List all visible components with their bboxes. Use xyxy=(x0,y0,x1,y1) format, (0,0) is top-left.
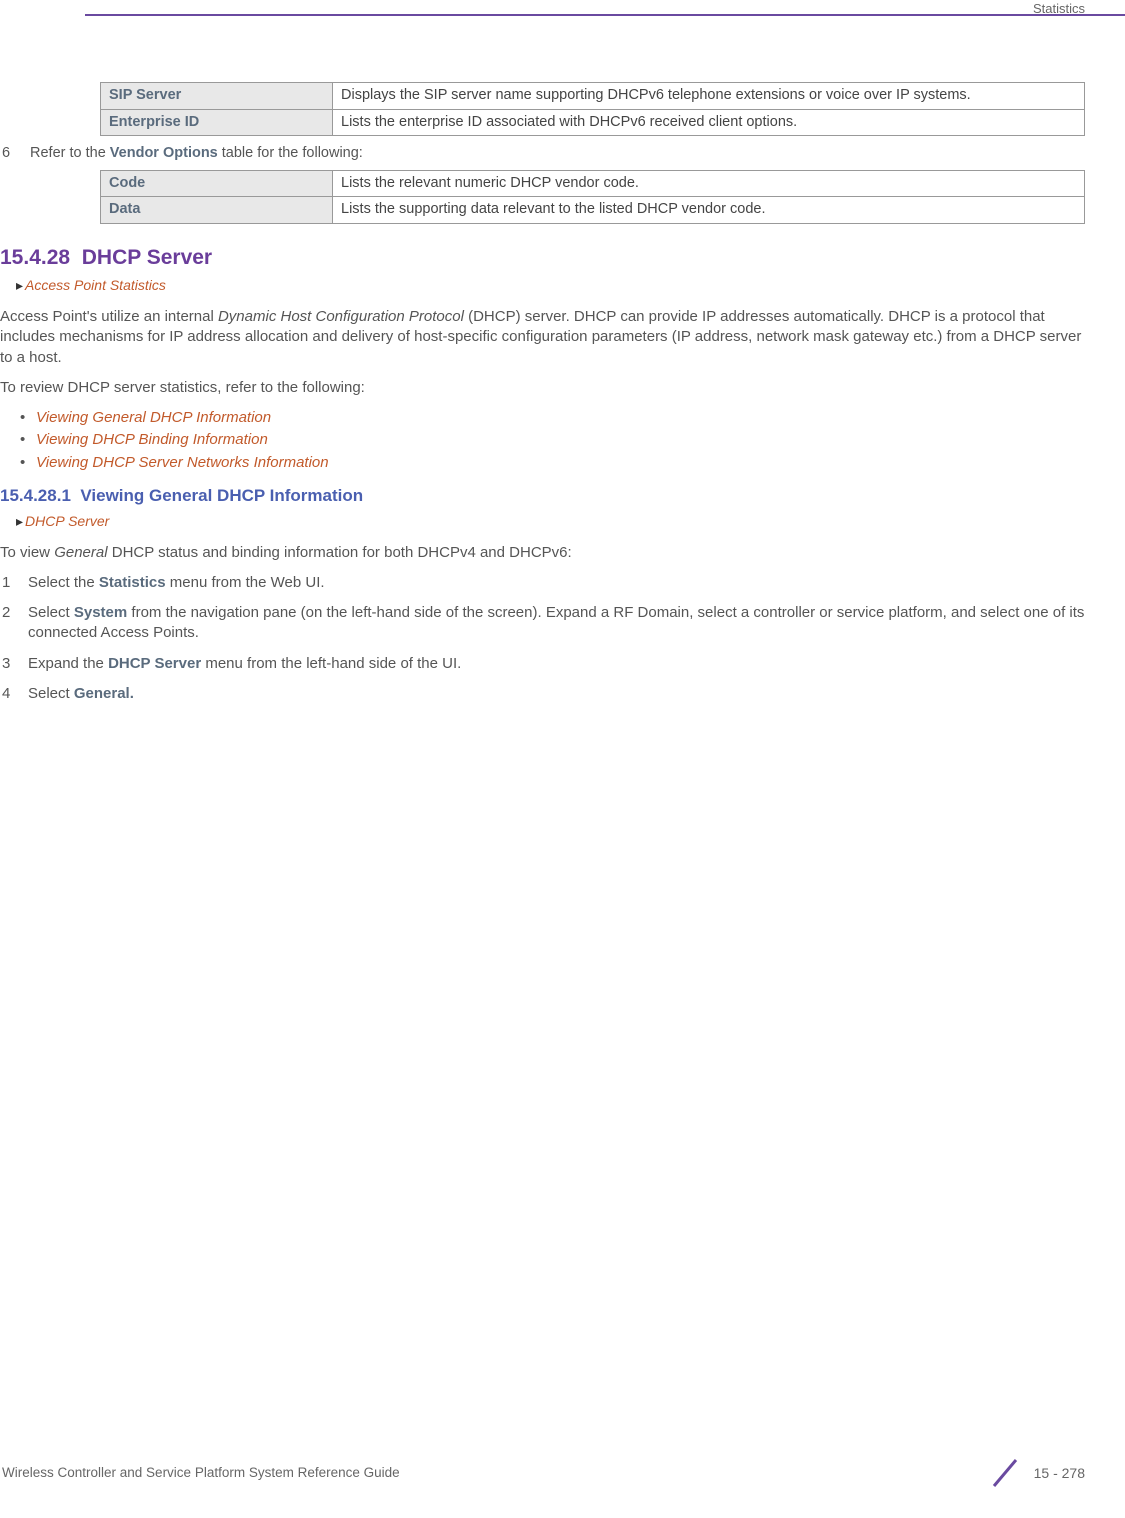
step-text: Select System from the navigation pane (… xyxy=(28,603,1085,644)
subsection-number: 15.4.28.1 xyxy=(0,486,71,505)
list-item: •Viewing DHCP Server Networks Informatio… xyxy=(20,453,1085,473)
section-heading: 15.4.28 DHCP Server xyxy=(0,244,1085,272)
section-title: DHCP Server xyxy=(82,246,212,269)
footer-doc-title: Wireless Controller and Service Platform… xyxy=(0,1464,400,1482)
body-paragraph: To view General DHCP status and binding … xyxy=(0,543,1085,563)
doc-link[interactable]: Viewing DHCP Server Networks Information xyxy=(36,454,329,471)
page-number: 15 - 278 xyxy=(1034,1464,1085,1483)
term-cell: SIP Server xyxy=(101,83,333,110)
doc-link[interactable]: Viewing General DHCP Information xyxy=(36,409,271,426)
text: menu from the left-hand side of the UI. xyxy=(201,655,461,672)
body-paragraph: To review DHCP server statistics, refer … xyxy=(0,378,1085,398)
italic-term: General xyxy=(54,544,107,561)
breadcrumb-link[interactable]: Access Point Statistics xyxy=(25,277,166,293)
table-row: Code Lists the relevant numeric DHCP ven… xyxy=(101,170,1085,197)
italic-term: Dynamic Host Configuration Protocol xyxy=(218,308,464,325)
step-text: Refer to the Vendor Options table for th… xyxy=(30,144,1085,164)
step-item: 2 Select System from the navigation pane… xyxy=(0,603,1085,644)
text: Select xyxy=(28,604,74,621)
step-text: Expand the DHCP Server menu from the lef… xyxy=(28,654,1085,674)
subsection-title: Viewing General DHCP Information xyxy=(80,486,363,505)
text: from the navigation pane (on the left-ha… xyxy=(28,604,1084,641)
header-chapter-label: Statistics xyxy=(1033,0,1085,18)
breadcrumb: ▸Access Point Statistics xyxy=(16,276,1085,295)
bold-term: General. xyxy=(74,685,134,702)
desc-cell: Displays the SIP server name supporting … xyxy=(333,83,1085,110)
desc-cell: Lists the supporting data relevant to th… xyxy=(333,197,1085,224)
step-number: 1 xyxy=(0,573,28,593)
section-number: 15.4.28 xyxy=(0,246,70,269)
step-item: 3 Expand the DHCP Server menu from the l… xyxy=(0,654,1085,674)
term-cell: Enterprise ID xyxy=(101,109,333,136)
body-paragraph: Access Point's utilize an internal Dynam… xyxy=(0,307,1085,368)
dhcpv6-fields-table: SIP Server Displays the SIP server name … xyxy=(100,82,1085,136)
text: Access Point's utilize an internal xyxy=(0,308,218,325)
bold-term: Statistics xyxy=(99,574,166,591)
bold-term: System xyxy=(74,604,127,621)
doc-link[interactable]: Viewing DHCP Binding Information xyxy=(36,431,268,448)
list-item: •Viewing DHCP Binding Information xyxy=(20,430,1085,450)
bold-term: Vendor Options xyxy=(110,145,218,161)
text: Select xyxy=(28,685,74,702)
text: DHCP status and binding information for … xyxy=(108,544,572,561)
step-6: 6 Refer to the Vendor Options table for … xyxy=(0,144,1085,164)
text: To view xyxy=(0,544,54,561)
text: Expand the xyxy=(28,655,108,672)
step-number: 4 xyxy=(0,684,28,704)
desc-cell: Lists the enterprise ID associated with … xyxy=(333,109,1085,136)
footer-slash-icon xyxy=(988,1456,1022,1490)
term-cell: Data xyxy=(101,197,333,224)
text: Refer to the xyxy=(30,145,110,161)
subsection-heading: 15.4.28.1 Viewing General DHCP Informati… xyxy=(0,485,1085,508)
breadcrumb-link[interactable]: DHCP Server xyxy=(25,513,109,529)
text: Select the xyxy=(28,574,99,591)
text: table for the following: xyxy=(218,145,363,161)
desc-cell: Lists the relevant numeric DHCP vendor c… xyxy=(333,170,1085,197)
step-text: Select General. xyxy=(28,684,1085,704)
table-row: SIP Server Displays the SIP server name … xyxy=(101,83,1085,110)
caret-icon: ▸ xyxy=(16,513,23,529)
vendor-options-table: Code Lists the relevant numeric DHCP ven… xyxy=(100,170,1085,224)
bold-term: DHCP Server xyxy=(108,655,201,672)
table-row: Enterprise ID Lists the enterprise ID as… xyxy=(101,109,1085,136)
text: menu from the Web UI. xyxy=(166,574,325,591)
term-cell: Code xyxy=(101,170,333,197)
step-text: Select the Statistics menu from the Web … xyxy=(28,573,1085,593)
breadcrumb: ▸DHCP Server xyxy=(16,512,1085,531)
step-number: 3 xyxy=(0,654,28,674)
top-accent-rule xyxy=(85,14,1125,16)
caret-icon: ▸ xyxy=(16,277,23,293)
related-links-list: •Viewing General DHCP Information •Viewi… xyxy=(20,408,1085,473)
table-row: Data Lists the supporting data relevant … xyxy=(101,197,1085,224)
step-number: 2 xyxy=(0,603,28,644)
procedure-steps: 1 Select the Statistics menu from the We… xyxy=(0,573,1085,704)
step-number: 6 xyxy=(0,144,30,164)
step-item: 1 Select the Statistics menu from the We… xyxy=(0,573,1085,593)
step-item: 4 Select General. xyxy=(0,684,1085,704)
list-item: •Viewing General DHCP Information xyxy=(20,408,1085,428)
page-footer: Wireless Controller and Service Platform… xyxy=(0,1456,1085,1490)
